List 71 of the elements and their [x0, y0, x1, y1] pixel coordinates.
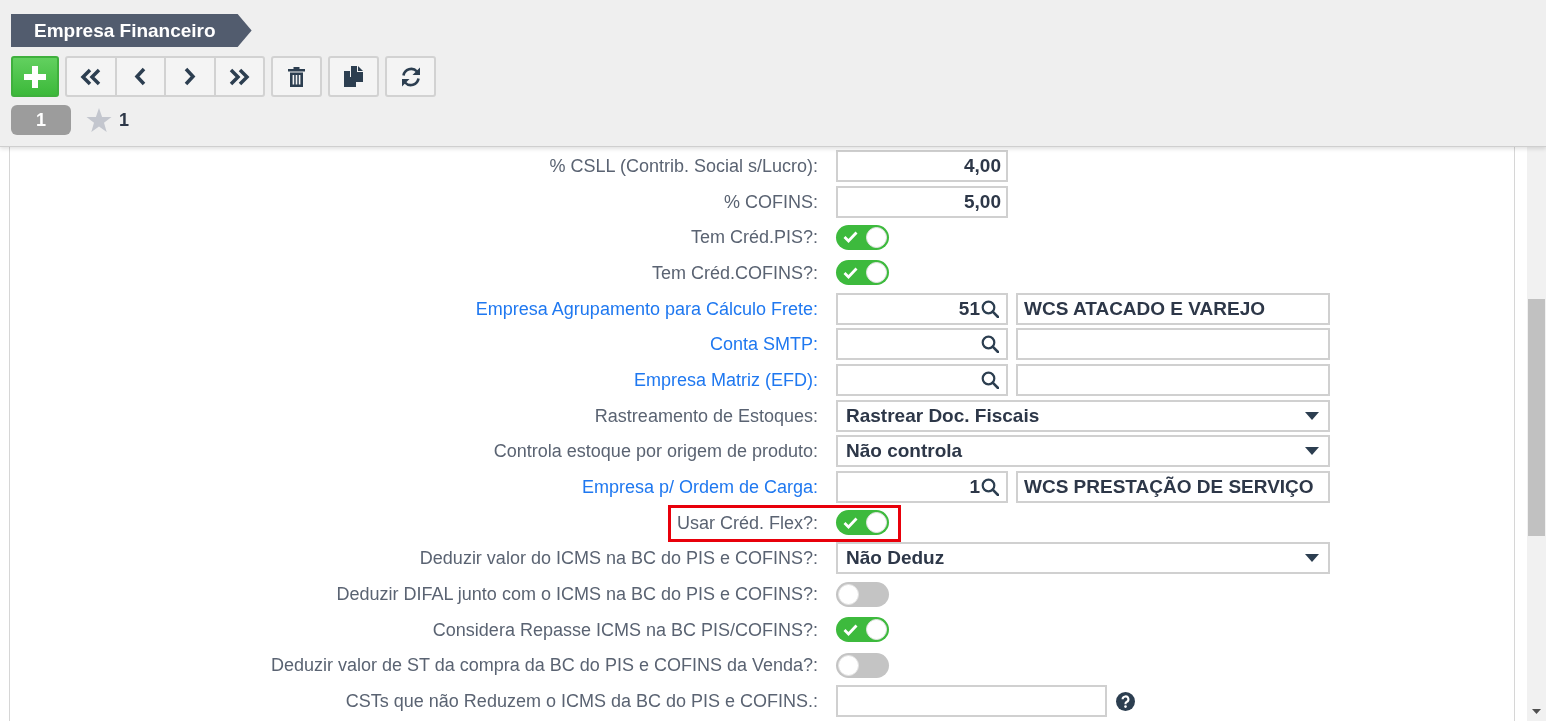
- scrollbar-thumb[interactable]: [1528, 299, 1545, 536]
- search-icon[interactable]: [981, 299, 999, 318]
- search-icon[interactable]: [981, 370, 999, 389]
- number-field[interactable]: 4,00: [836, 149, 1008, 182]
- dropdown-field[interactable]: Não Deduz: [836, 542, 1330, 575]
- caret-icon: [1305, 447, 1319, 456]
- scrollbar-track[interactable]: [1527, 147, 1546, 721]
- check-icon: [843, 623, 858, 636]
- check-icon: [843, 231, 858, 244]
- description-field[interactable]: WCS ATACADO E VAREJO: [1016, 292, 1330, 325]
- dropdown-field[interactable]: Rastrear Doc. Fiscais: [836, 399, 1330, 432]
- trash-icon: [288, 66, 305, 87]
- caret-icon: [1305, 411, 1319, 420]
- page-title: Empresa Financeiro: [11, 14, 252, 47]
- field-label: Considera Repasse ICMS na BC PIS/COFINS?:: [432, 619, 818, 640]
- field-label: Usar Créd. Flex?:: [676, 512, 818, 533]
- search-icon[interactable]: [981, 478, 999, 497]
- toggle-switch[interactable]: [836, 652, 889, 678]
- record-number-badge: 1: [11, 105, 71, 135]
- field-label: Controla estoque por origem de produto:: [493, 441, 818, 462]
- check-icon: [843, 266, 858, 279]
- field-link[interactable]: Conta SMTP:: [709, 334, 818, 355]
- toggle-switch[interactable]: [836, 510, 889, 536]
- number-field[interactable]: 5,00: [836, 185, 1008, 218]
- check-icon: [843, 516, 858, 529]
- scroll-down-icon[interactable]: [1532, 709, 1541, 714]
- add-button[interactable]: [11, 56, 59, 97]
- field-label: % CSLL (Contrib. Social s/Lucro):: [549, 155, 818, 176]
- next-record-button[interactable]: [164, 56, 216, 97]
- field-label: % COFINS:: [724, 191, 818, 212]
- text-field[interactable]: [836, 685, 1107, 718]
- code-field[interactable]: [836, 328, 1008, 361]
- field-label: Tem Créd.COFINS?:: [651, 262, 818, 283]
- refresh-icon: [399, 65, 422, 88]
- description-field[interactable]: [1016, 363, 1330, 396]
- field-label: Deduzir DIFAL junto com o ICMS na BC do PIS e COFINS?:: [336, 584, 818, 605]
- code-field[interactable]: [836, 363, 1008, 396]
- field-label: Rastreamento de Estoques:: [594, 405, 818, 426]
- field-link[interactable]: Empresa p/ Ordem de Carga:: [581, 477, 818, 498]
- help-icon[interactable]: [1116, 691, 1135, 711]
- plus-icon: [24, 65, 46, 88]
- code-field[interactable]: 1: [836, 471, 1008, 504]
- star-icon[interactable]: [86, 107, 112, 133]
- duplicate-button[interactable]: [328, 56, 379, 97]
- previous-record-button[interactable]: [114, 56, 166, 97]
- star-count: 1: [119, 109, 129, 131]
- dropdown-field[interactable]: Não controla: [836, 435, 1330, 468]
- chevron-left-icon: [133, 67, 148, 86]
- description-field[interactable]: [1016, 328, 1330, 361]
- field-label: Tem Créd.PIS?:: [690, 227, 818, 248]
- description-field[interactable]: WCS PRESTAÇÃO DE SERVIÇO: [1016, 471, 1330, 504]
- field-label: CSTs que não Reduzem o ICMS da BC do PIS e COFINS.:: [345, 691, 818, 712]
- first-record-button[interactable]: [65, 56, 117, 97]
- delete-button[interactable]: [271, 56, 322, 97]
- field-link[interactable]: Empresa Matriz (EFD):: [633, 369, 818, 390]
- refresh-button[interactable]: [385, 56, 436, 97]
- field-label: Deduzir valor do ICMS na BC do PIS e COFINS?:: [419, 548, 818, 569]
- toggle-switch[interactable]: [836, 224, 889, 250]
- last-record-button[interactable]: [213, 56, 265, 97]
- code-field[interactable]: 51: [836, 292, 1008, 325]
- toggle-switch[interactable]: [836, 260, 889, 286]
- copy-icon: [343, 66, 364, 87]
- field-link[interactable]: Empresa Agrupamento para Cálculo Frete:: [475, 298, 818, 319]
- search-icon[interactable]: [981, 335, 999, 354]
- toggle-switch[interactable]: [836, 617, 889, 643]
- toggle-switch[interactable]: [836, 581, 889, 607]
- double-chevron-left-icon: [78, 67, 103, 86]
- chevron-right-icon: [182, 67, 197, 86]
- caret-icon: [1305, 554, 1319, 563]
- field-label: Deduzir valor de ST da compra da BC do PIS e COFINS da Venda?:: [271, 655, 818, 676]
- double-chevron-right-icon: [227, 67, 252, 86]
